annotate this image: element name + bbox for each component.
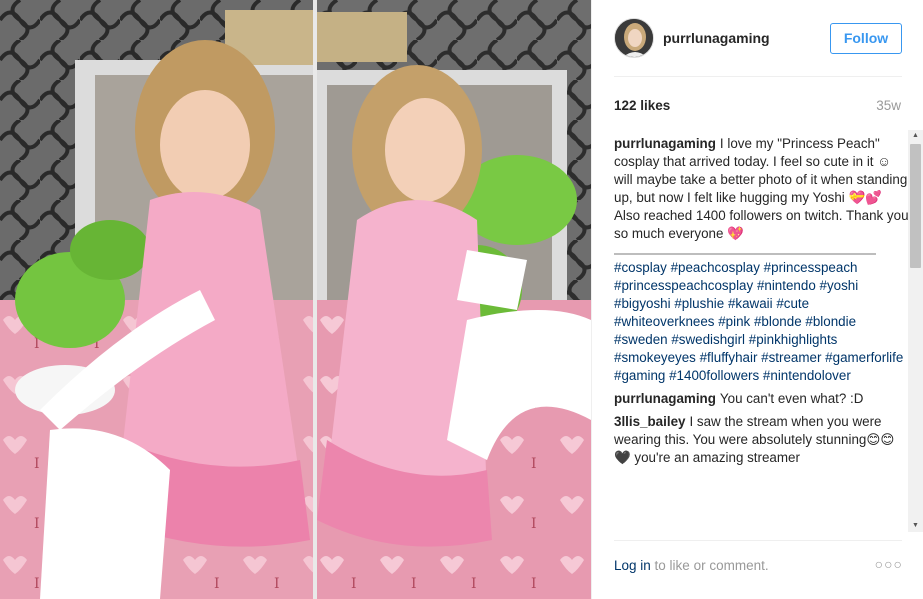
hashtag-link[interactable]: #princesspeachcosplay	[614, 278, 753, 293]
photo-left-half: I	[0, 0, 313, 599]
comment-author[interactable]: 3llis_bailey	[614, 414, 685, 429]
comment-item: 3llis_bailey I saw the stream when you we…	[614, 413, 910, 467]
hashtag-link[interactable]: #1400followers	[669, 368, 759, 383]
hashtag-link[interactable]: #nintendolover	[763, 368, 851, 383]
login-link[interactable]: Log in	[614, 558, 651, 573]
scroll-down-arrow-icon[interactable]: ▼	[908, 520, 923, 532]
hashtag-link[interactable]: #gamerforlife	[825, 350, 903, 365]
hashtag-link[interactable]: #cosplay	[614, 260, 667, 275]
post-age[interactable]: 35w	[876, 98, 901, 113]
login-prompt-text: to like or comment.	[650, 558, 769, 573]
hashtag-link[interactable]: #nintendo	[757, 278, 816, 293]
comment-item: purrlunagaming You can't even what? :D	[614, 390, 910, 408]
comments-list: purrlunagaming I love my "Princess Peach"…	[614, 135, 910, 530]
caption: purrlunagaming I love my "Princess Peach"…	[614, 135, 910, 385]
comment-author[interactable]: purrlunagaming	[614, 391, 716, 406]
login-prompt: Log in to like or comment.	[614, 558, 769, 573]
comment-text: You can't even what? :D	[719, 391, 864, 406]
hashtag-link[interactable]: #pink	[718, 314, 750, 329]
hashtag-link[interactable]: #kawaii	[728, 296, 773, 311]
comments-scrollbar[interactable]: ▲ ▼	[908, 130, 923, 532]
header-divider	[614, 76, 902, 77]
post-photo[interactable]: I	[0, 0, 591, 599]
hashtag-link[interactable]: #smokeyeyes	[614, 350, 696, 365]
hashtag-link[interactable]: #pinkhighlights	[749, 332, 838, 347]
hashtag-link[interactable]: #blondie	[805, 314, 856, 329]
hashtag-link[interactable]: #yoshi	[820, 278, 859, 293]
scroll-thumb[interactable]	[910, 144, 921, 268]
scroll-up-arrow-icon[interactable]: ▲	[908, 130, 923, 142]
footer-divider	[614, 540, 902, 541]
hashtag-link[interactable]: #fluffyhair	[700, 350, 758, 365]
caption-hashtags: #cosplay #peachcosplay #princesspeach #p…	[614, 259, 910, 385]
more-options-icon[interactable]: ○○○	[875, 556, 903, 572]
hashtag-link[interactable]: #gaming	[614, 368, 665, 383]
hashtag-link[interactable]: #sweden	[614, 332, 668, 347]
post-username[interactable]: purrlunagaming	[663, 30, 770, 46]
caption-text: I love my "Princess Peach" cosplay that …	[614, 136, 909, 241]
hashtag-link[interactable]: #cute	[776, 296, 809, 311]
hashtag-link[interactable]: #princesspeach	[764, 260, 858, 275]
hashtag-link[interactable]: #plushie	[674, 296, 724, 311]
follow-button[interactable]: Follow	[830, 23, 902, 54]
hashtag-link[interactable]: #whiteoverknees	[614, 314, 715, 329]
post-side-panel: purrlunagaming Follow 122 likes 35w purr…	[591, 0, 923, 599]
hashtag-link[interactable]: #peachcosplay	[671, 260, 760, 275]
photo-right-half: I	[317, 0, 591, 599]
hashtag-link[interactable]: #streamer	[761, 350, 821, 365]
hashtag-link[interactable]: #blonde	[754, 314, 802, 329]
likes-count[interactable]: 122 likes	[614, 98, 670, 113]
hashtag-link[interactable]: #bigyoshi	[614, 296, 671, 311]
hashtag-link[interactable]: #swedishgirl	[671, 332, 745, 347]
post-header: purrlunagaming Follow	[614, 18, 902, 60]
caption-separator	[614, 253, 876, 255]
avatar[interactable]	[614, 18, 654, 58]
caption-author[interactable]: purrlunagaming	[614, 136, 716, 151]
